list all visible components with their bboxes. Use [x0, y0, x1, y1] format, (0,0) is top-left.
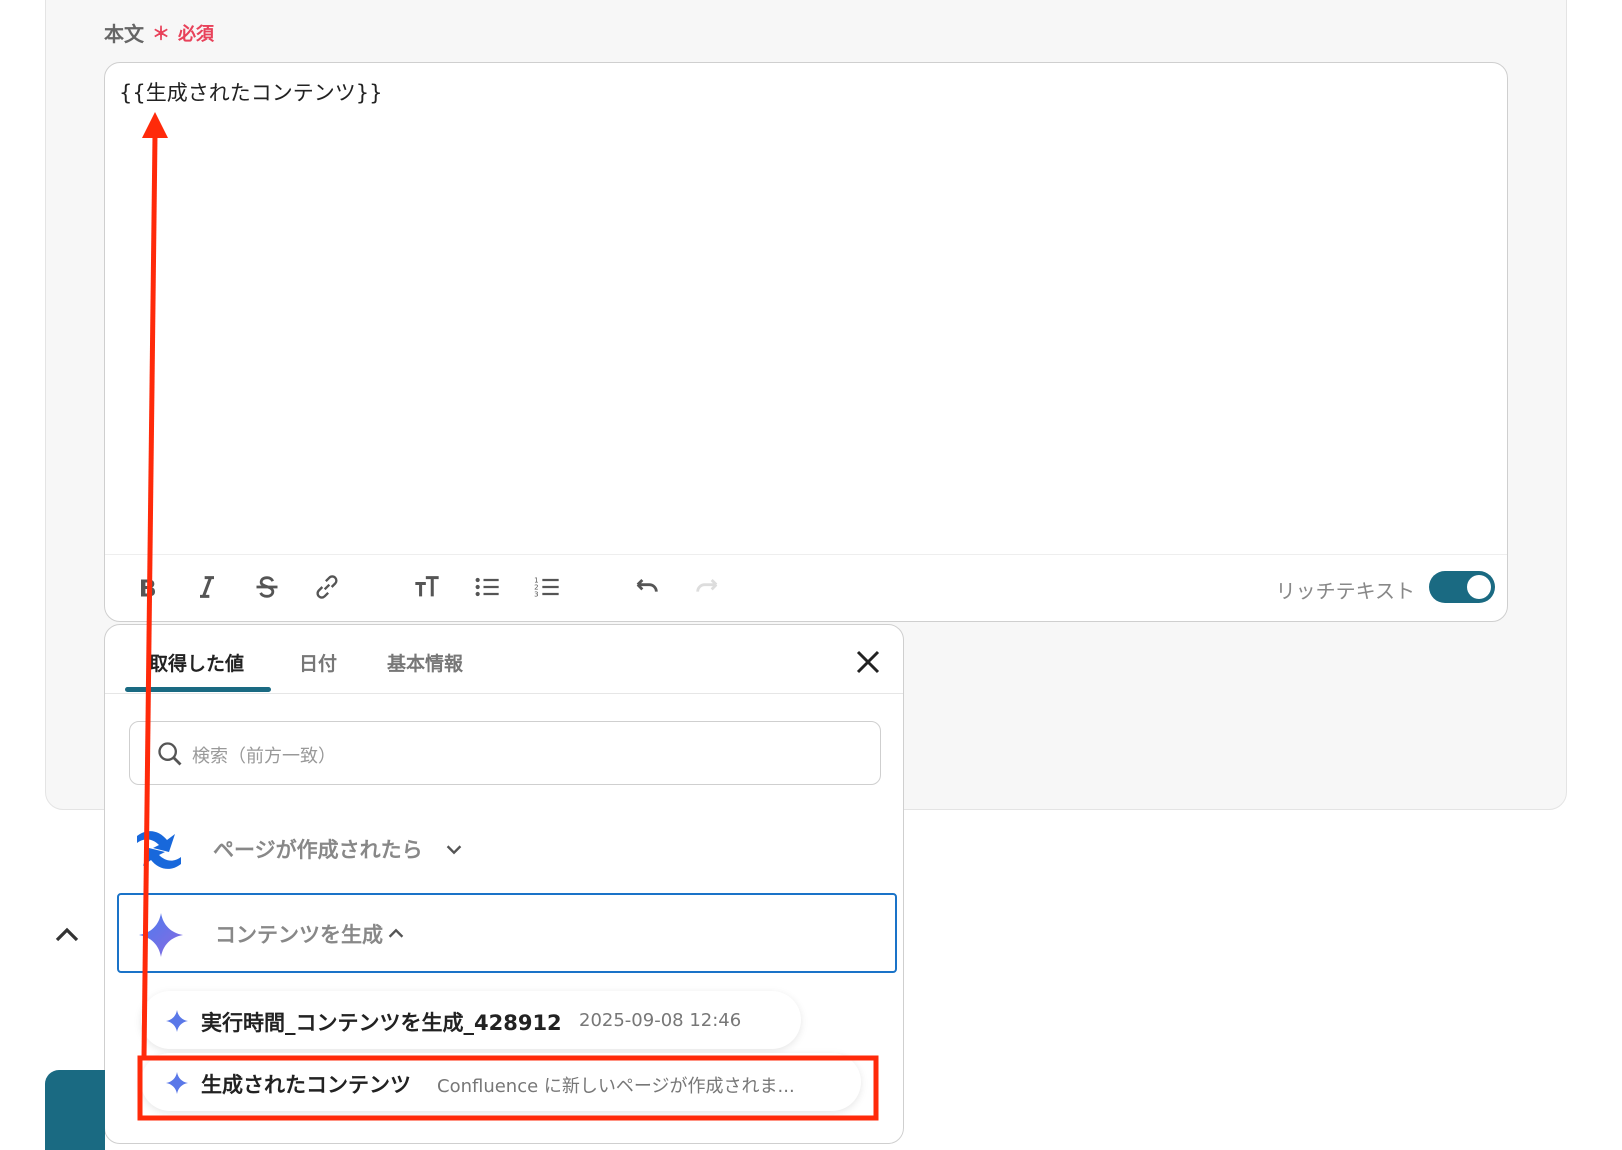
search-icon [158, 742, 182, 766]
undo-icon[interactable] [629, 569, 665, 605]
value-item-value: Confluence に新しいページが作成されま... [437, 1076, 795, 1097]
required-badge: 必須 [178, 23, 214, 45]
svg-text:B: B [139, 574, 157, 601]
editor-content[interactable]: {{生成されたコンテンツ}} [119, 77, 382, 107]
confluence-logo-icon [137, 831, 181, 869]
value-item-name: 生成されたコンテンツ [201, 1073, 411, 1097]
value-item-value: 2025-09-08 12:46 [579, 1010, 742, 1031]
svg-text:3: 3 [534, 590, 538, 598]
value-picker-panel: 取得した値 日付 基本情報 検索（前方一致） ページが作成されたら コンテンツを… [104, 624, 904, 1144]
italic-icon[interactable] [189, 569, 225, 605]
primary-button-partial[interactable] [45, 1070, 105, 1150]
search-placeholder: 検索（前方一致） [192, 746, 336, 767]
ai-sparkle-icon [139, 913, 183, 957]
field-label: 本文 ＊ 必須 [104, 18, 214, 47]
tab-date[interactable]: 日付 [299, 649, 337, 676]
ai-sparkle-icon [166, 1010, 188, 1032]
tab-basic-info[interactable]: 基本情報 [387, 649, 463, 676]
editor-toolbar: B 123 リッチテキスト [105, 554, 1507, 621]
redo-icon[interactable] [689, 569, 725, 605]
bullet-list-icon[interactable] [469, 569, 505, 605]
body-editor[interactable]: {{生成されたコンテンツ}} B 123 リッチテキスト [104, 62, 1508, 622]
link-icon[interactable] [309, 569, 345, 605]
required-mark: ＊ [152, 23, 170, 45]
panel-tabs: 取得した値 日付 基本情報 [105, 625, 903, 694]
group-label: コンテンツを生成 [215, 923, 383, 947]
ai-sparkle-icon [166, 1072, 188, 1094]
field-label-text: 本文 [104, 22, 144, 46]
text-size-icon[interactable] [409, 569, 445, 605]
tab-acquired-values[interactable]: 取得した値 [149, 649, 244, 676]
value-item-execution-time[interactable]: 実行時間_コンテンツを生成_428912 2025-09-08 12:46 [141, 991, 801, 1049]
strikethrough-icon[interactable] [249, 569, 285, 605]
chevron-up-icon[interactable] [385, 923, 407, 945]
collapse-chevron-icon[interactable] [52, 920, 82, 950]
value-item-generated-content[interactable]: 生成されたコンテンツ Confluence に新しいページが作成されま... [141, 1053, 861, 1111]
rich-text-label: リッチテキスト [1275, 579, 1415, 603]
bold-icon[interactable]: B [129, 569, 165, 605]
group-label: ページが作成されたら [213, 838, 423, 862]
group-page-created[interactable]: ページが作成されたら [117, 810, 897, 890]
group-generate-content[interactable]: コンテンツを生成 [117, 893, 897, 973]
rich-text-toggle[interactable] [1429, 571, 1495, 603]
value-item-name: 実行時間_コンテンツを生成_428912 [201, 1011, 562, 1035]
numbered-list-icon[interactable]: 123 [529, 569, 565, 605]
active-tab-indicator [125, 687, 271, 692]
close-icon[interactable] [853, 647, 883, 677]
chevron-down-icon[interactable] [443, 838, 465, 860]
search-input[interactable]: 検索（前方一致） [129, 721, 881, 785]
